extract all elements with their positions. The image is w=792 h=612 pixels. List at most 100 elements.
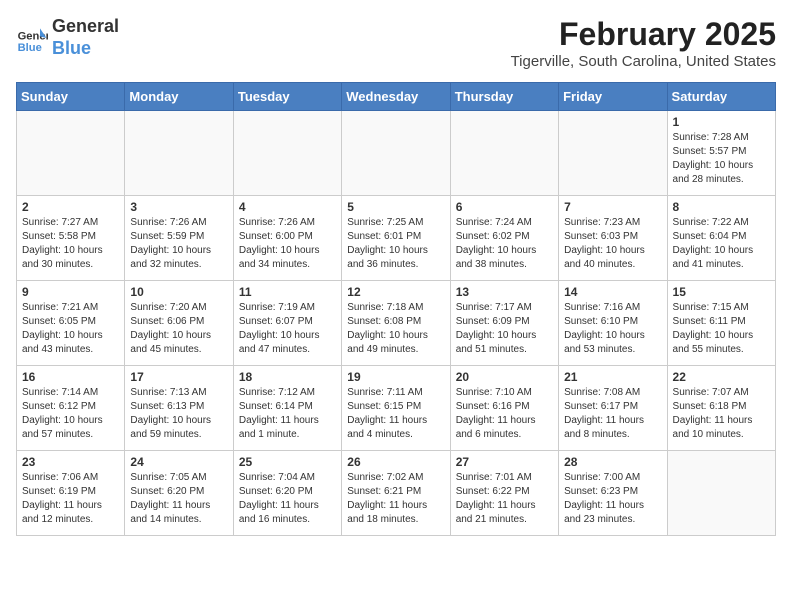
day-number: 26 (347, 455, 444, 469)
day-info: Sunrise: 7:13 AM Sunset: 6:13 PM Dayligh… (130, 386, 227, 442)
logo-icon: General Blue (16, 22, 48, 54)
day-number: 11 (239, 285, 336, 299)
calendar-cell (667, 451, 775, 536)
calendar-week-2: 9 Sunrise: 7:21 AM Sunset: 6:05 PM Daylig… (17, 281, 776, 366)
calendar-week-1: 2Sunrise: 7:27 AM Sunset: 5:58 PM Daylig… (17, 196, 776, 281)
day-number: 20 (456, 370, 553, 384)
day-info: Sunrise: 7:20 AM Sunset: 6:06 PM Dayligh… (130, 301, 227, 357)
title-block: February 2025 Tigerville, South Carolina… (511, 16, 776, 70)
calendar-cell (125, 111, 233, 196)
logo-line1: General (52, 16, 119, 38)
calendar-cell: 25 Sunrise: 7:04 AM Sunset: 6:20 PM Dayli… (233, 451, 341, 536)
day-number: 15 (673, 285, 770, 299)
calendar-cell: 8 Sunrise: 7:22 AM Sunset: 6:04 PM Daylig… (667, 196, 775, 281)
calendar-cell: 15 Sunrise: 7:15 AM Sunset: 6:11 PM Dayli… (667, 281, 775, 366)
day-info: Sunrise: 7:00 AM Sunset: 6:23 PM Dayligh… (564, 471, 661, 527)
calendar-header: SundayMondayTuesdayWednesdayThursdayFrid… (17, 83, 776, 111)
weekday-wednesday: Wednesday (342, 83, 450, 111)
day-number: 16 (22, 370, 119, 384)
day-number: 17 (130, 370, 227, 384)
calendar-cell: 26 Sunrise: 7:02 AM Sunset: 6:21 PM Dayli… (342, 451, 450, 536)
day-number: 12 (347, 285, 444, 299)
day-info: Sunrise: 7:23 AM Sunset: 6:03 PM Dayligh… (564, 216, 661, 272)
day-info: Sunrise: 7:12 AM Sunset: 6:14 PM Dayligh… (239, 386, 336, 442)
day-number: 6 (456, 200, 553, 214)
day-number: 18 (239, 370, 336, 384)
calendar-cell (17, 111, 125, 196)
day-number: 1 (673, 115, 770, 129)
day-number: 23 (22, 455, 119, 469)
day-info: Sunrise: 7:24 AM Sunset: 6:02 PM Dayligh… (456, 216, 553, 272)
day-number: 5 (347, 200, 444, 214)
calendar-cell: 14Sunrise: 7:16 AM Sunset: 6:10 PM Dayli… (559, 281, 667, 366)
day-number: 8 (673, 200, 770, 214)
day-number: 10 (130, 285, 227, 299)
weekday-sunday: Sunday (17, 83, 125, 111)
weekday-thursday: Thursday (450, 83, 558, 111)
calendar-cell (233, 111, 341, 196)
day-number: 2 (22, 200, 119, 214)
day-info: Sunrise: 7:05 AM Sunset: 6:20 PM Dayligh… (130, 471, 227, 527)
calendar-cell (559, 111, 667, 196)
calendar-week-3: 16 Sunrise: 7:14 AM Sunset: 6:12 PM Dayli… (17, 366, 776, 451)
day-info: Sunrise: 7:21 AM Sunset: 6:05 PM Dayligh… (22, 301, 119, 357)
month-title: February 2025 (511, 16, 776, 53)
day-info: Sunrise: 7:17 AM Sunset: 6:09 PM Dayligh… (456, 301, 553, 357)
calendar-cell: 22Sunrise: 7:07 AM Sunset: 6:18 PM Dayli… (667, 366, 775, 451)
day-number: 13 (456, 285, 553, 299)
day-info: Sunrise: 7:19 AM Sunset: 6:07 PM Dayligh… (239, 301, 336, 357)
calendar-body: 1 Sunrise: 7:28 AM Sunset: 5:57 PM Daylig… (17, 111, 776, 536)
calendar-cell: 1 Sunrise: 7:28 AM Sunset: 5:57 PM Daylig… (667, 111, 775, 196)
day-info: Sunrise: 7:04 AM Sunset: 6:20 PM Dayligh… (239, 471, 336, 527)
day-number: 25 (239, 455, 336, 469)
day-number: 4 (239, 200, 336, 214)
svg-text:Blue: Blue (18, 41, 42, 53)
header: General Blue General Blue February 2025 … (16, 16, 776, 70)
day-info: Sunrise: 7:01 AM Sunset: 6:22 PM Dayligh… (456, 471, 553, 527)
day-info: Sunrise: 7:14 AM Sunset: 6:12 PM Dayligh… (22, 386, 119, 442)
calendar-cell (450, 111, 558, 196)
day-number: 28 (564, 455, 661, 469)
calendar-cell: 23 Sunrise: 7:06 AM Sunset: 6:19 PM Dayli… (17, 451, 125, 536)
day-info: Sunrise: 7:16 AM Sunset: 6:10 PM Dayligh… (564, 301, 661, 357)
logo-text: General Blue (52, 16, 119, 59)
weekday-tuesday: Tuesday (233, 83, 341, 111)
day-number: 9 (22, 285, 119, 299)
day-info: Sunrise: 7:11 AM Sunset: 6:15 PM Dayligh… (347, 386, 444, 442)
day-info: Sunrise: 7:10 AM Sunset: 6:16 PM Dayligh… (456, 386, 553, 442)
day-info: Sunrise: 7:22 AM Sunset: 6:04 PM Dayligh… (673, 216, 770, 272)
day-number: 7 (564, 200, 661, 214)
calendar-cell: 10 Sunrise: 7:20 AM Sunset: 6:06 PM Dayli… (125, 281, 233, 366)
calendar-cell: 9 Sunrise: 7:21 AM Sunset: 6:05 PM Daylig… (17, 281, 125, 366)
calendar-cell: 7 Sunrise: 7:23 AM Sunset: 6:03 PM Daylig… (559, 196, 667, 281)
location-title: Tigerville, South Carolina, United State… (511, 53, 776, 70)
day-number: 21 (564, 370, 661, 384)
day-info: Sunrise: 7:02 AM Sunset: 6:21 PM Dayligh… (347, 471, 444, 527)
calendar-cell: 18 Sunrise: 7:12 AM Sunset: 6:14 PM Dayli… (233, 366, 341, 451)
day-info: Sunrise: 7:18 AM Sunset: 6:08 PM Dayligh… (347, 301, 444, 357)
calendar-cell: 5 Sunrise: 7:25 AM Sunset: 6:01 PM Daylig… (342, 196, 450, 281)
day-info: Sunrise: 7:06 AM Sunset: 6:19 PM Dayligh… (22, 471, 119, 527)
day-info: Sunrise: 7:28 AM Sunset: 5:57 PM Dayligh… (673, 131, 770, 187)
logo-line2: Blue (52, 38, 119, 60)
day-info: Sunrise: 7:07 AM Sunset: 6:18 PM Dayligh… (673, 386, 770, 442)
day-number: 24 (130, 455, 227, 469)
calendar-cell: 20 Sunrise: 7:10 AM Sunset: 6:16 PM Dayli… (450, 366, 558, 451)
day-number: 19 (347, 370, 444, 384)
calendar-cell: 3Sunrise: 7:26 AM Sunset: 5:59 PM Daylig… (125, 196, 233, 281)
calendar-cell: 21Sunrise: 7:08 AM Sunset: 6:17 PM Dayli… (559, 366, 667, 451)
day-info: Sunrise: 7:26 AM Sunset: 5:59 PM Dayligh… (130, 216, 227, 272)
day-info: Sunrise: 7:15 AM Sunset: 6:11 PM Dayligh… (673, 301, 770, 357)
calendar-cell: 17 Sunrise: 7:13 AM Sunset: 6:13 PM Dayli… (125, 366, 233, 451)
calendar-week-0: 1 Sunrise: 7:28 AM Sunset: 5:57 PM Daylig… (17, 111, 776, 196)
day-number: 27 (456, 455, 553, 469)
calendar-cell: 27 Sunrise: 7:01 AM Sunset: 6:22 PM Dayli… (450, 451, 558, 536)
calendar-week-4: 23 Sunrise: 7:06 AM Sunset: 6:19 PM Dayli… (17, 451, 776, 536)
calendar-cell: 16 Sunrise: 7:14 AM Sunset: 6:12 PM Dayli… (17, 366, 125, 451)
day-info: Sunrise: 7:25 AM Sunset: 6:01 PM Dayligh… (347, 216, 444, 272)
weekday-saturday: Saturday (667, 83, 775, 111)
weekday-header-row: SundayMondayTuesdayWednesdayThursdayFrid… (17, 83, 776, 111)
calendar-cell: 4Sunrise: 7:26 AM Sunset: 6:00 PM Daylig… (233, 196, 341, 281)
calendar-cell: 11 Sunrise: 7:19 AM Sunset: 6:07 PM Dayli… (233, 281, 341, 366)
weekday-friday: Friday (559, 83, 667, 111)
